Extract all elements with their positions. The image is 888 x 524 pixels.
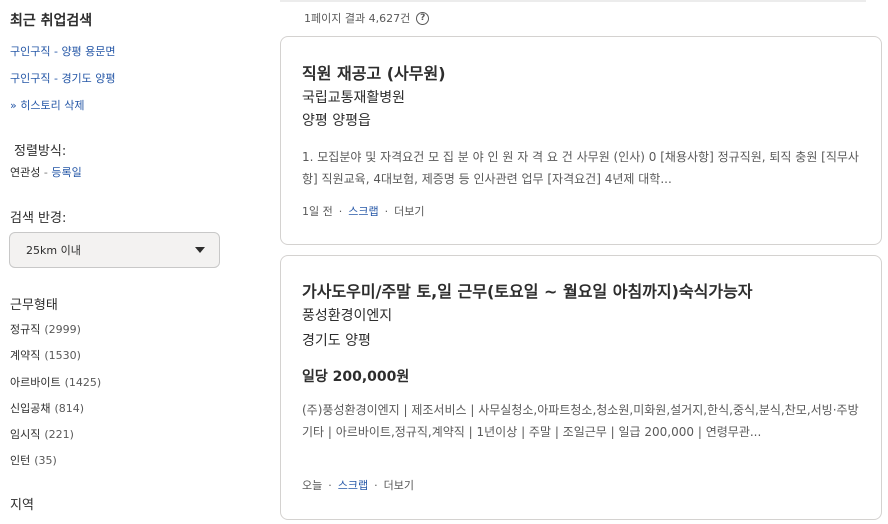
history-delete-link[interactable]: » 히스토리 삭제 [10,97,84,113]
company-name: 풍성환경이엔지 [302,308,393,324]
sidebar: 최근 취업검색 구인구직 - 양평 용문면 구인구직 - 경기도 양평 » 히스… [0,0,240,524]
region-heading: 지역 [10,498,34,513]
result-count-text: 1페이지 결과 4,627건 [304,12,411,25]
sort-separator: - [43,166,48,179]
recent-search-link-2[interactable]: 구인구직 - 경기도 양평 [10,70,116,86]
job-card-1[interactable]: 직원 재공고 (사무원) 국립교통재활병원 양평 양평읍 1. 모집분야 및 자… [280,36,882,245]
scrap-link[interactable]: 스크랩 [348,205,378,218]
help-icon[interactable]: ? [416,11,430,25]
chevron-down-icon [195,247,205,253]
job-title[interactable]: 가사도우미/주말 토,일 근무(토요일 ~ 월요일 아침까지)숙식가능자 [302,278,753,302]
recent-searches-heading: 최근 취업검색 [10,13,93,29]
sort-options: 연관성 - 등록일 [10,164,82,180]
facet-label: 임시직 [10,428,41,441]
job-location: 양평 양평읍 [302,113,371,129]
result-count: 1페이지 결과 4,627건 ? [304,10,430,26]
facet-label: 신입공채 [10,402,51,415]
radius-select-value: 25km 이내 [26,244,81,257]
more-link[interactable]: 더보기 [394,205,424,218]
job-snippet: 1. 모집분야 및 자격요건 모 집 분 야 인 원 자 격 요 건 사무원 (… [302,150,859,186]
facet-label: 계약직 [10,349,41,362]
job-card-2[interactable]: 가사도우미/주말 토,일 근무(토요일 ~ 월요일 아침까지)숙식가능자 풍성환… [280,255,882,520]
job-salary: 일당 200,000원 [302,369,410,385]
job-location: 경기도 양평 [302,333,371,349]
facet-count: (1425) [64,376,102,389]
radius-select[interactable]: 25km 이내 [9,232,220,268]
posted-date: 오늘 [302,479,323,492]
radius-label: 검색 반경: [10,211,67,226]
job-type-facet-regular[interactable]: 정규직 (2999) [10,321,81,337]
job-snippet: (주)풍성환경이엔지 | 제조서비스 | 사무실청소,아파트청소,청소원,미화원… [302,403,859,439]
posted-date: 1일 전 [302,205,333,218]
job-type-facet-contract[interactable]: 계약직 (1530) [10,347,81,363]
facet-label: 아르바이트 [10,376,61,389]
facet-count: (2999) [44,323,81,336]
job-meta: 오늘 · 스크랩 · 더보기 [302,479,414,492]
job-type-facet-temporary[interactable]: 임시직 (221) [10,426,74,442]
job-type-facet-newgrad[interactable]: 신입공채 (814) [10,400,84,416]
facet-label: 인턴 [10,454,31,467]
company-name: 국립교통재활병원 [302,90,406,106]
facet-count: (1530) [44,349,81,362]
job-type-facet-parttime[interactable]: 아르바이트 (1425) [10,374,101,390]
job-title[interactable]: 직원 재공고 (사무원) [302,60,446,84]
facet-count: (814) [54,402,85,415]
facet-count: (35) [34,454,57,467]
job-meta: 1일 전 · 스크랩 · 더보기 [302,205,425,218]
more-link[interactable]: 더보기 [384,479,414,492]
facet-label: 정규직 [10,323,41,336]
scrap-link[interactable]: 스크랩 [338,479,368,492]
job-type-heading: 근무형태 [10,298,58,313]
facet-count: (221) [44,428,74,441]
results-top-divider [280,0,866,2]
job-type-facet-intern[interactable]: 인턴 (35) [10,452,57,468]
sort-current-relevance: 연관성 [10,166,41,179]
sort-label: 정렬방식: [14,144,67,159]
sort-by-date-link[interactable]: 등록일 [51,166,81,179]
recent-search-link-1[interactable]: 구인구직 - 양평 용문면 [10,43,116,59]
